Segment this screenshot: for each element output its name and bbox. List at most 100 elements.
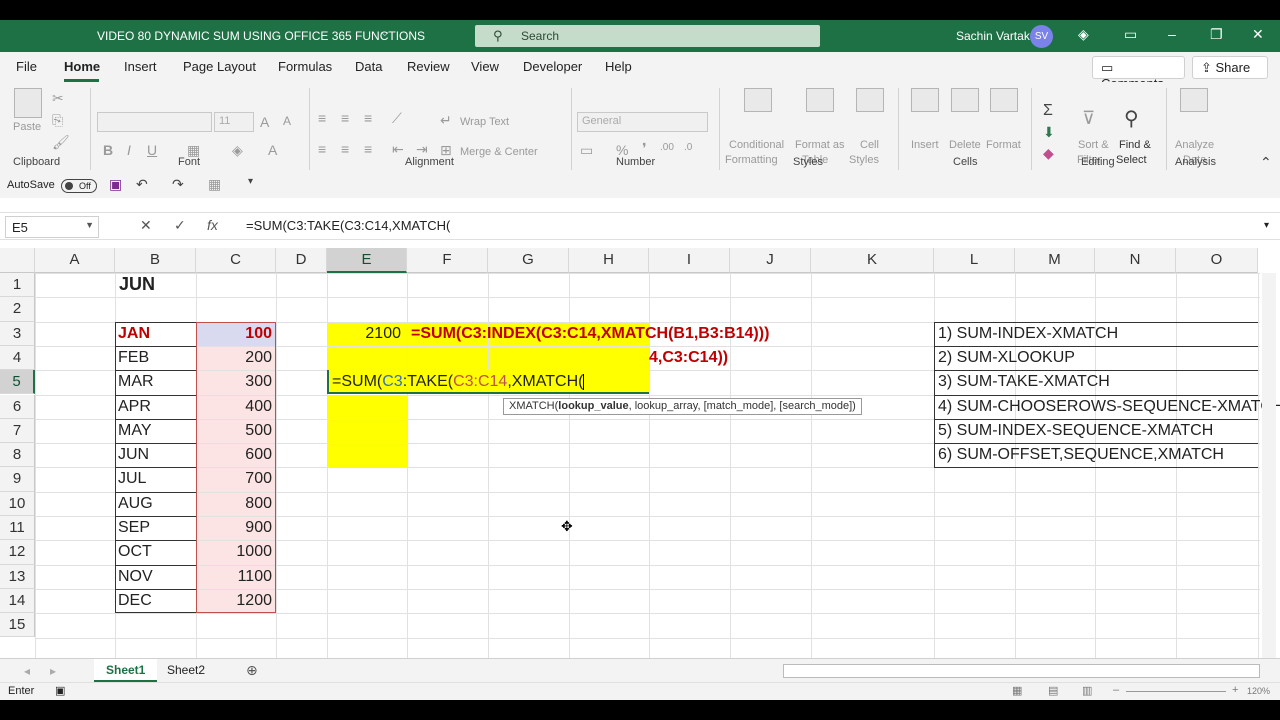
comments-button[interactable]: ▭ Comments	[1092, 56, 1185, 91]
column-header-j[interactable]: J	[730, 248, 811, 273]
column-header-e[interactable]: E	[327, 248, 407, 273]
row-header-11[interactable]: 11	[0, 516, 35, 541]
align-right-icon[interactable]: ≡	[364, 141, 372, 157]
redo-icon[interactable]: ↷	[172, 176, 184, 193]
row-header-14[interactable]: 14	[0, 588, 35, 614]
scroll-right-icon[interactable]: ▸	[50, 664, 56, 678]
delete-cells-label[interactable]: Delete	[949, 138, 981, 152]
increase-decimal-icon[interactable]: .00	[660, 142, 674, 153]
format-painter-icon[interactable]: 🖌	[52, 134, 70, 151]
cell-f3-formula-text[interactable]: =SUM(C3:INDEX(C3:C14,XMATCH(B1,B3:B14)))	[411, 322, 769, 345]
minimize-icon[interactable]: –	[1168, 26, 1176, 42]
row-header-8[interactable]: 8	[0, 443, 35, 468]
format-as-table-label-1[interactable]: Format as	[795, 138, 845, 152]
row-header-1[interactable]: 1	[0, 273, 35, 298]
insert-cells-icon[interactable]	[911, 88, 939, 112]
tab-page-layout[interactable]: Page Layout	[183, 59, 256, 74]
middle-align-icon[interactable]: ≡	[341, 110, 349, 126]
column-header-f[interactable]: F	[407, 248, 488, 273]
scroll-left-icon[interactable]: ◂	[24, 664, 30, 678]
diamond-icon[interactable]: ◈	[1078, 26, 1089, 43]
decrease-indent-icon[interactable]: ⇤	[392, 141, 404, 158]
title-dropdown-icon[interactable]: ⌵	[381, 28, 389, 39]
autosum-icon[interactable]: Σ	[1043, 102, 1053, 120]
analyze-data-icon[interactable]	[1180, 88, 1208, 112]
decrease-decimal-icon[interactable]: .0	[684, 142, 692, 153]
fill-icon[interactable]: ⬇	[1043, 124, 1055, 141]
sort-filter-icon[interactable]: ⊽	[1082, 108, 1095, 129]
column-header-n[interactable]: N	[1095, 248, 1176, 273]
zoom-slider[interactable]	[1126, 691, 1226, 692]
cell-styles-label-2[interactable]: Styles	[849, 153, 879, 167]
currency-icon[interactable]: ▭	[580, 142, 593, 159]
conditional-formatting-label-2[interactable]: Formatting	[725, 153, 778, 167]
undo-icon[interactable]: ↶	[136, 176, 148, 193]
column-header-o[interactable]: O	[1176, 248, 1258, 273]
insert-cells-label[interactable]: Insert	[911, 138, 939, 152]
tab-data[interactable]: Data	[355, 59, 382, 74]
tab-help[interactable]: Help	[605, 59, 632, 74]
tab-view[interactable]: View	[471, 59, 499, 74]
conditional-formatting-label-1[interactable]: Conditional	[729, 138, 784, 152]
format-as-table-icon[interactable]	[806, 88, 834, 112]
bottom-align-icon[interactable]: ≡	[364, 110, 372, 126]
insert-function-icon[interactable]: fx	[207, 217, 218, 233]
formula-input[interactable]: =SUM(C3:TAKE(C3:C14,XMATCH(	[246, 218, 450, 233]
column-header-g[interactable]: G	[488, 248, 569, 273]
vertical-scrollbar[interactable]	[1262, 273, 1276, 658]
increase-font-icon[interactable]: A	[260, 114, 269, 130]
column-header-a[interactable]: A	[35, 248, 115, 273]
tab-insert[interactable]: Insert	[124, 59, 157, 74]
tab-home[interactable]: Home	[64, 59, 100, 74]
cell-f4-formula-text[interactable]: 4,C3:C14))	[649, 346, 728, 369]
find-select-label-1[interactable]: Find &	[1119, 138, 1151, 152]
share-button[interactable]: ⇪ Share	[1192, 56, 1268, 79]
align-left-icon[interactable]: ≡	[318, 141, 326, 157]
avatar[interactable]: SV	[1030, 25, 1053, 48]
sheet-tab-sheet2[interactable]: Sheet2	[155, 659, 217, 683]
row-header-10[interactable]: 10	[0, 491, 35, 516]
tab-review[interactable]: Review	[407, 59, 450, 74]
column-header-h[interactable]: H	[569, 248, 649, 273]
paste-icon[interactable]	[14, 88, 42, 118]
cell-e3[interactable]: 2100	[327, 322, 401, 345]
italic-icon[interactable]: I	[127, 142, 131, 158]
page-break-view-icon[interactable]: ▥	[1082, 684, 1092, 697]
format-cells-label[interactable]: Format	[986, 138, 1021, 152]
close-icon[interactable]: ✕	[1252, 26, 1264, 43]
row-header-6[interactable]: 6	[0, 394, 35, 419]
normal-view-icon[interactable]: ▦	[1012, 684, 1022, 697]
save-icon[interactable]: ▣	[109, 176, 122, 193]
name-box[interactable]: E5 ▼	[5, 216, 99, 238]
underline-icon[interactable]: U	[147, 142, 157, 158]
user-name[interactable]: Sachin Vartak	[956, 29, 1030, 43]
macro-record-icon[interactable]: ▣	[55, 684, 65, 697]
font-color-icon[interactable]: A	[268, 142, 277, 158]
conditional-formatting-icon[interactable]	[744, 88, 772, 112]
tab-formulas[interactable]: Formulas	[278, 59, 332, 74]
cancel-icon[interactable]: ✕	[140, 217, 152, 234]
sheet-tab-sheet1[interactable]: Sheet1	[94, 659, 158, 683]
font-size-select[interactable]: 11	[214, 112, 254, 132]
enter-icon[interactable]: ✓	[174, 217, 186, 234]
row-header-7[interactable]: 7	[0, 418, 35, 444]
clear-icon[interactable]: ◆	[1043, 145, 1054, 162]
column-header-i[interactable]: I	[649, 248, 730, 273]
borders-qat-icon[interactable]: ▦	[208, 176, 221, 193]
column-header-m[interactable]: M	[1015, 248, 1095, 273]
column-header-b[interactable]: B	[115, 248, 196, 273]
page-layout-view-icon[interactable]: ▤	[1048, 684, 1058, 697]
format-cells-icon[interactable]	[990, 88, 1018, 112]
row-header-15[interactable]: 15	[0, 613, 35, 638]
find-select-icon[interactable]: ⚲	[1124, 106, 1139, 131]
tab-file[interactable]: File	[16, 59, 37, 74]
zoom-level[interactable]: 120%	[1247, 686, 1270, 696]
wrap-text-icon[interactable]: ↵	[440, 112, 452, 129]
restore-icon[interactable]: ❐	[1210, 26, 1223, 43]
column-header-l[interactable]: L	[934, 248, 1015, 273]
row-header-9[interactable]: 9	[0, 467, 35, 492]
copy-icon[interactable]: ⎘	[52, 112, 63, 129]
row-header-4[interactable]: 4	[0, 345, 35, 371]
cell-styles-icon[interactable]	[856, 88, 884, 112]
customize-qat-icon[interactable]: ▾	[248, 176, 253, 187]
